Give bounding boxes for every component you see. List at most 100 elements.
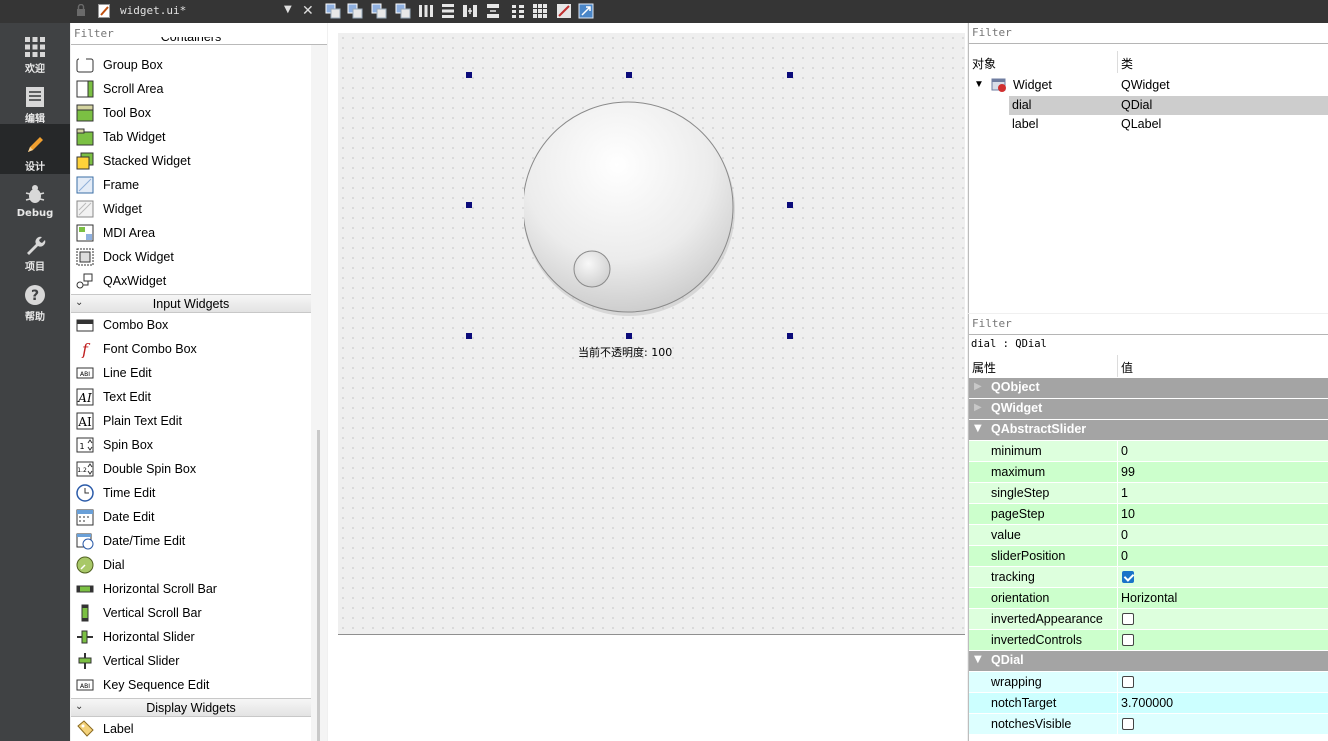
mode-debug[interactable]: Debug: [0, 180, 70, 230]
edit-buddies-icon[interactable]: [395, 3, 411, 19]
property-filter-input[interactable]: [969, 314, 1324, 333]
property-group[interactable]: ▼ QDial: [969, 651, 1328, 671]
chevron-right-icon[interactable]: ▶: [974, 381, 982, 392]
widget-item[interactable]: f Font Combo Box: [71, 337, 311, 361]
property-row[interactable]: value 0: [969, 525, 1328, 546]
widget-item[interactable]: AI Text Edit: [71, 385, 311, 409]
widget-item[interactable]: Scroll Area: [71, 77, 311, 101]
selection-handle[interactable]: [787, 202, 793, 208]
object-row-label[interactable]: label QLabel: [1009, 115, 1328, 134]
layout-horizontal-icon[interactable]: [418, 3, 434, 19]
bring-forward-icon[interactable]: [347, 3, 363, 19]
selection-handle[interactable]: [787, 72, 793, 78]
selection-handle[interactable]: [466, 202, 472, 208]
property-value[interactable]: Horizontal: [1121, 591, 1177, 605]
checkbox-checked[interactable]: [1122, 571, 1134, 583]
widget-item[interactable]: MDI Area: [71, 221, 311, 245]
property-row[interactable]: singleStep 1: [969, 483, 1328, 504]
widget-item[interactable]: Horizontal Slider: [71, 625, 311, 649]
chevron-down-icon[interactable]: ▼: [974, 423, 982, 434]
widget-item[interactable]: Date Edit: [71, 505, 311, 529]
mode-help[interactable]: ? 帮助: [0, 280, 70, 330]
widget-item[interactable]: Combo Box: [71, 313, 311, 337]
widget-item[interactable]: AI Plain Text Edit: [71, 409, 311, 433]
property-value[interactable]: 1: [1121, 486, 1128, 500]
property-value[interactable]: 99: [1121, 465, 1135, 479]
widget-item[interactable]: 1 Spin Box: [71, 433, 311, 457]
edit-signals-icon[interactable]: [371, 3, 387, 19]
widget-item[interactable]: Horizontal Scroll Bar: [71, 577, 311, 601]
object-row-widget[interactable]: ▼ Widget QWidget: [969, 76, 1328, 95]
layout-grid-icon[interactable]: [532, 3, 548, 19]
column-object[interactable]: 对象: [972, 55, 996, 72]
selection-handle[interactable]: [466, 333, 472, 339]
widget-item[interactable]: Dial: [71, 553, 311, 577]
property-value[interactable]: 0: [1121, 528, 1128, 542]
checkbox-unchecked[interactable]: [1122, 613, 1134, 625]
property-row[interactable]: sliderPosition 0: [969, 546, 1328, 567]
property-row[interactable]: notchesVisible: [969, 714, 1328, 735]
scrollbar-thumb[interactable]: [317, 430, 320, 741]
widget-item[interactable]: ABI Key Sequence Edit: [71, 673, 311, 697]
close-icon[interactable]: ✕: [302, 3, 314, 19]
layout-vertical-splitter-icon[interactable]: [485, 3, 501, 19]
mode-design[interactable]: 设计: [0, 124, 70, 174]
property-group[interactable]: ▶ QObject: [969, 378, 1328, 398]
widget-item[interactable]: Time Edit: [71, 481, 311, 505]
widget-item[interactable]: Tab Widget: [71, 125, 311, 149]
property-row[interactable]: notchTarget 3.700000: [969, 693, 1328, 714]
chevron-right-icon[interactable]: ▶: [974, 402, 982, 413]
property-group[interactable]: ▶ QWidget: [969, 399, 1328, 419]
widget-item[interactable]: Dock Widget: [71, 245, 311, 269]
widget-item[interactable]: Widget: [71, 197, 311, 221]
layout-horizontal-splitter-icon[interactable]: [462, 3, 478, 19]
selection-handle[interactable]: [626, 333, 632, 339]
widget-category-header[interactable]: ⌄ Input Widgets: [71, 294, 311, 313]
send-backward-icon[interactable]: [325, 3, 341, 19]
layout-form-icon[interactable]: [510, 3, 526, 19]
checkbox-unchecked[interactable]: [1122, 634, 1134, 646]
checkbox-unchecked[interactable]: [1122, 676, 1134, 688]
widget-item[interactable]: Tool Box: [71, 101, 311, 125]
object-row-dial[interactable]: dial QDial: [1009, 96, 1328, 115]
widget-item[interactable]: Vertical Scroll Bar: [71, 601, 311, 625]
widget-item[interactable]: Vertical Slider: [71, 649, 311, 673]
widget-item[interactable]: 1.2 Double Spin Box: [71, 457, 311, 481]
opacity-label[interactable]: 当前不透明度: 100: [578, 344, 672, 360]
layout-vertical-icon[interactable]: [440, 3, 456, 19]
widget-box-scrollbar[interactable]: [311, 45, 327, 741]
adjust-size-icon[interactable]: [578, 3, 594, 19]
column-property[interactable]: 属性: [972, 359, 996, 376]
checkbox-unchecked[interactable]: [1122, 718, 1134, 730]
column-value[interactable]: 值: [1121, 359, 1133, 376]
property-value[interactable]: 10: [1121, 507, 1135, 521]
property-value[interactable]: 3.700000: [1121, 696, 1173, 710]
property-row[interactable]: invertedAppearance: [969, 609, 1328, 630]
open-file-combo[interactable]: widget.ui* ▼: [70, 0, 300, 23]
property-row[interactable]: pageStep 10: [969, 504, 1328, 525]
widget-item[interactable]: Group Box: [71, 53, 311, 77]
break-layout-icon[interactable]: [556, 3, 572, 19]
selection-handle[interactable]: [466, 72, 472, 78]
property-row[interactable]: minimum 0: [969, 441, 1328, 462]
property-group[interactable]: ▼ QAbstractSlider: [969, 420, 1328, 440]
widget-category-header[interactable]: Containers: [71, 37, 311, 51]
dial-knob[interactable]: [573, 250, 611, 288]
widget-item[interactable]: Date/Time Edit: [71, 529, 311, 553]
chevron-down-icon[interactable]: ▼: [974, 79, 984, 90]
selection-handle[interactable]: [626, 72, 632, 78]
property-row[interactable]: maximum 99: [969, 462, 1328, 483]
property-row[interactable]: tracking: [969, 567, 1328, 588]
widget-category-header[interactable]: ⌄ Display Widgets: [71, 698, 311, 717]
chevron-down-icon[interactable]: ▼: [974, 654, 982, 665]
property-row[interactable]: orientation Horizontal: [969, 588, 1328, 609]
dial-widget[interactable]: [524, 99, 784, 359]
widget-item[interactable]: Label: [71, 717, 311, 741]
selection-handle[interactable]: [787, 333, 793, 339]
property-value[interactable]: 0: [1121, 444, 1128, 458]
widget-item[interactable]: Frame: [71, 173, 311, 197]
mode-welcome[interactable]: 欢迎: [0, 32, 70, 82]
widget-item[interactable]: QAxWidget: [71, 269, 311, 293]
mode-projects[interactable]: 项目: [0, 230, 70, 280]
widget-item[interactable]: ABI Line Edit: [71, 361, 311, 385]
